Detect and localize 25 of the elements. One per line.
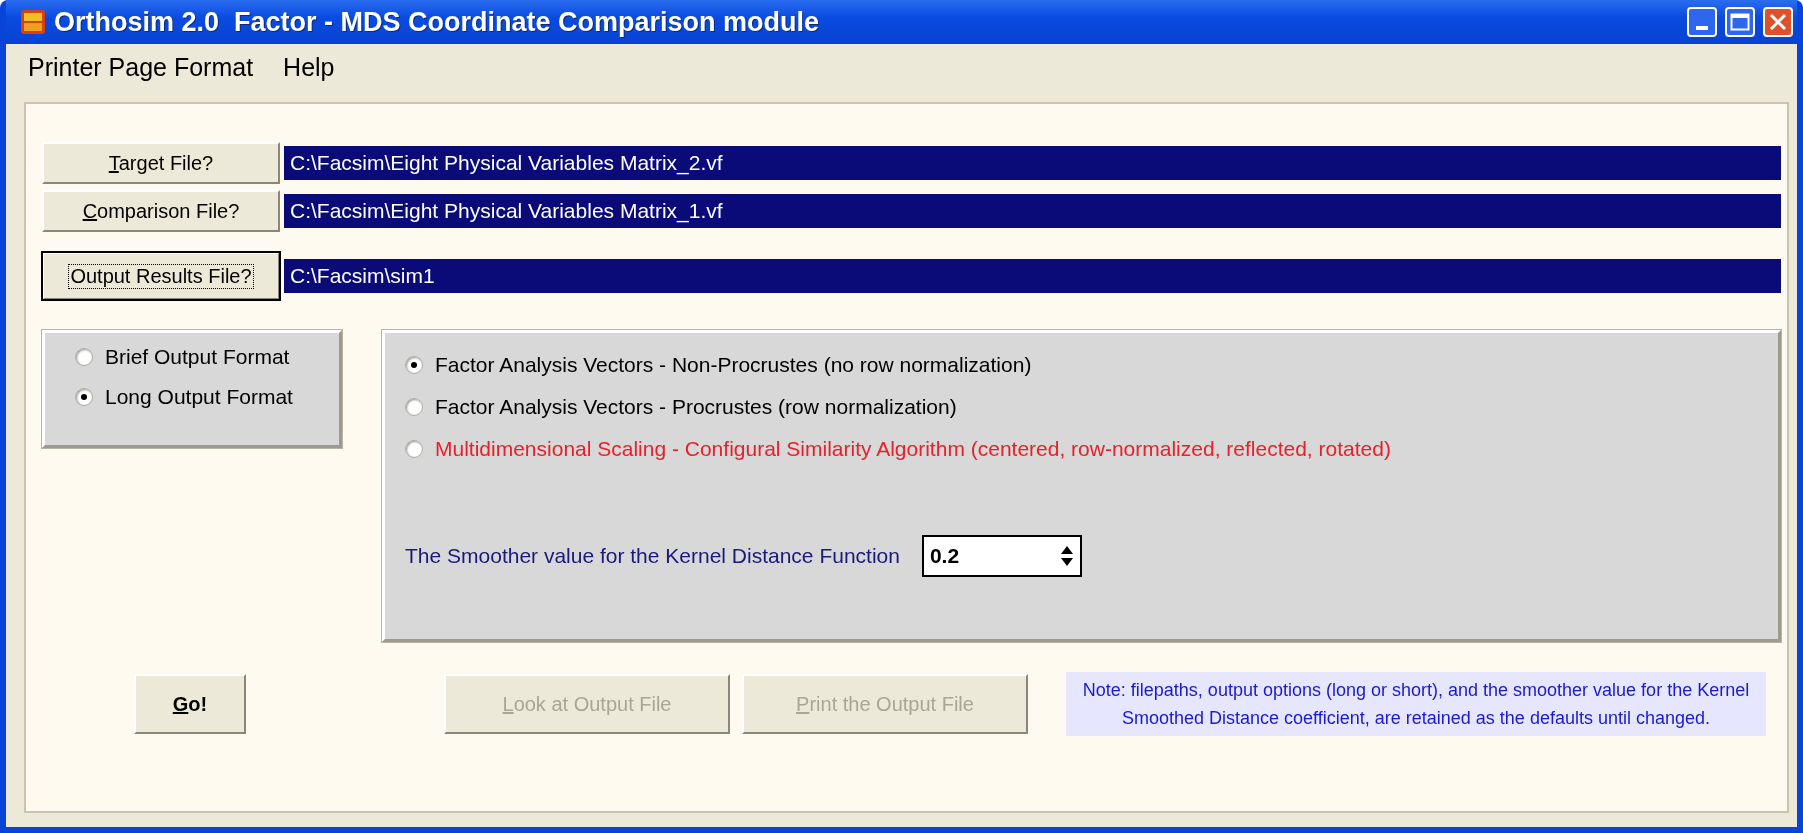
action-button[interactable]: Go! — [134, 674, 246, 734]
radio-option[interactable]: Factor Analysis Vectors - Procrustes (row normalization) — [405, 395, 1778, 419]
radio-option[interactable]: Long Output Format — [75, 385, 339, 409]
radio-option[interactable]: Brief Output Format — [75, 345, 339, 369]
file-select-button[interactable]: Comparison File? — [42, 190, 280, 232]
close-icon — [1769, 13, 1787, 31]
file-select-button[interactable]: Target File? — [42, 142, 280, 184]
note-text: Note: filepaths, output options (long or short), and the smoother value for the Kernel Smoothed Distance coefficient, are retained as the defaults until changed. — [1066, 672, 1766, 736]
file-path-field[interactable]: C:\Facsim\sim1 — [284, 259, 1781, 293]
minimize-icon — [1696, 26, 1708, 30]
smoother-label: The Smoother value for the Kernel Distance Function — [405, 544, 900, 568]
menu-item[interactable]: Help — [283, 52, 335, 82]
file-path-field[interactable]: C:\Facsim\Eight Physical Variables Matrix_2.vf — [284, 146, 1781, 180]
spin-arrows-icon — [1059, 544, 1074, 568]
app-icon — [20, 9, 46, 35]
file-path-field[interactable]: C:\Facsim\Eight Physical Variables Matrix_1.vf — [284, 194, 1781, 228]
minimize-button[interactable] — [1687, 7, 1717, 37]
radio-option[interactable]: Factor Analysis Vectors - Non-Procrustes (no row normalization) — [405, 353, 1778, 377]
smoother-spin-field[interactable]: 0.2 — [921, 535, 1082, 577]
maximize-button[interactable] — [1725, 7, 1755, 37]
maximize-icon — [1730, 13, 1750, 31]
close-button[interactable] — [1763, 7, 1793, 37]
window-title: Orthosim 2.0 Factor - MDS Coordinate Comparison module — [54, 6, 821, 38]
file-select-button[interactable]: Output Results File? — [42, 252, 280, 300]
menu-item[interactable]: Printer Page Format — [28, 52, 254, 82]
